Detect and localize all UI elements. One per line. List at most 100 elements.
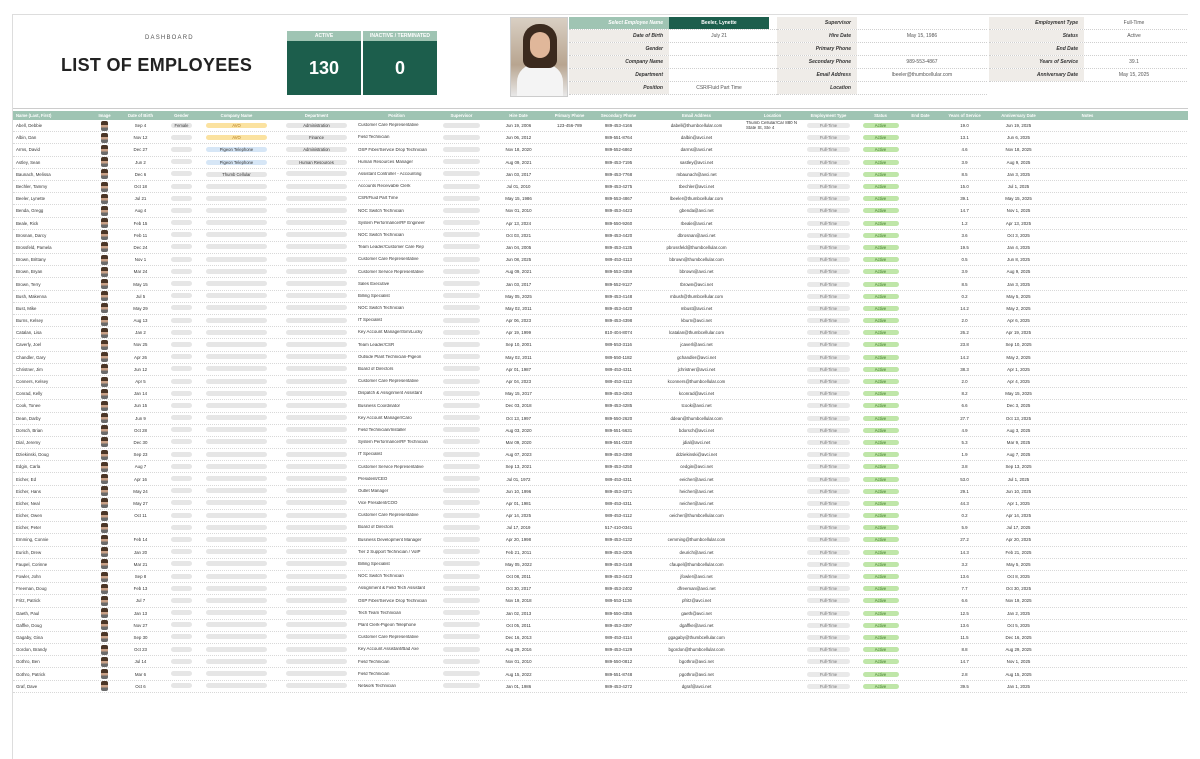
table-cell[interactable]: Full-Time: [799, 427, 855, 433]
table-cell[interactable]: [93, 388, 113, 399]
table-cell[interactable]: [165, 378, 195, 385]
table-cell[interactable]: [195, 524, 275, 531]
table-cell[interactable]: [275, 488, 355, 494]
table-cell[interactable]: Active: [855, 391, 903, 397]
table-cell[interactable]: Aug 09, 2021: [485, 269, 549, 274]
table-cell[interactable]: 989-551-8748: [587, 672, 647, 677]
table-cell[interactable]: [275, 305, 355, 311]
table-cell[interactable]: Mar 09, 2020: [485, 440, 549, 445]
table-cell[interactable]: [275, 317, 355, 324]
column-header[interactable]: Location: [743, 111, 799, 120]
table-cell[interactable]: 4.9: [935, 428, 991, 433]
table-cell[interactable]: Active: [855, 671, 903, 677]
table-cell[interactable]: Jan 1, 2025: [991, 684, 1043, 689]
table-cell[interactable]: [165, 427, 195, 433]
table-cell[interactable]: [195, 597, 275, 604]
table-cell[interactable]: 1.9: [935, 452, 991, 457]
table-cell[interactable]: Dec 16, 2013: [485, 635, 549, 640]
table-cell[interactable]: [165, 512, 195, 519]
table-cell[interactable]: [275, 585, 355, 592]
table-cell[interactable]: Dziekinski, Doug: [13, 452, 93, 457]
table-row[interactable]: Eicher, Owen Oct 11 Customer Care Represen…: [13, 510, 1188, 523]
table-cell[interactable]: Active: [855, 123, 903, 129]
table-cell[interactable]: Jun 12: [113, 367, 165, 372]
table-cell[interactable]: Sep 13, 2025: [991, 464, 1043, 469]
table-cell[interactable]: [165, 268, 195, 275]
table-cell[interactable]: Active: [855, 257, 903, 263]
table-cell[interactable]: Aug 07, 2023: [485, 452, 549, 457]
table-cell[interactable]: Bust, Mike: [13, 306, 93, 311]
table-cell[interactable]: [93, 132, 113, 143]
table-cell[interactable]: Team Leader/CSR: [355, 343, 435, 348]
table-cell[interactable]: pgothro@avci.net: [647, 672, 743, 677]
table-cell[interactable]: 989-453-4113: [587, 257, 647, 262]
table-cell[interactable]: [275, 390, 355, 397]
table-row[interactable]: Abell, Debbie Sep 4 Female AVO Administratio…: [13, 120, 1188, 133]
table-cell[interactable]: Human Resources: [275, 159, 355, 165]
table-row[interactable]: Gothro, Ben Jul 14 Field Technician Nov 01,…: [13, 656, 1188, 669]
table-cell[interactable]: pfritz@avci.net: [647, 598, 743, 603]
table-cell[interactable]: NOC Switch Technician: [355, 209, 435, 214]
table-cell[interactable]: [93, 169, 113, 180]
table-cell[interactable]: Jun 9: [113, 416, 165, 421]
table-cell[interactable]: [195, 293, 275, 299]
table-cell[interactable]: [195, 366, 275, 372]
table-cell[interactable]: Full-Time: [799, 561, 855, 567]
table-cell[interactable]: [275, 439, 355, 445]
table-cell[interactable]: Active: [855, 366, 903, 372]
column-header[interactable]: Primary Phone: [549, 111, 587, 120]
table-cell[interactable]: [435, 488, 485, 494]
table-cell[interactable]: [435, 463, 485, 470]
table-cell[interactable]: Dec 03, 2018: [485, 403, 549, 408]
table-cell[interactable]: [435, 171, 485, 177]
table-row[interactable]: Brosnan, Darcy Feb 11 NOC Switch Technicia…: [13, 230, 1188, 242]
table-cell[interactable]: Full-Time: [799, 634, 855, 640]
table-cell[interactable]: Full-Time: [799, 476, 855, 482]
table-cell[interactable]: Apr 4, 2025: [991, 379, 1043, 384]
table-cell[interactable]: [165, 220, 195, 226]
table-cell[interactable]: Chandler, Gary: [13, 355, 93, 360]
table-cell[interactable]: 8.5: [935, 172, 991, 177]
table-cell[interactable]: Apr 01, 1981: [485, 501, 549, 506]
column-header[interactable]: Notes: [1043, 111, 1129, 120]
table-cell[interactable]: oeicher@thumbcellular.com: [647, 513, 743, 518]
table-cell[interactable]: [93, 230, 113, 241]
table-cell[interactable]: Customer Service Representative: [355, 465, 435, 470]
table-cell[interactable]: Oct 30, 2017: [485, 586, 549, 591]
table-cell[interactable]: [275, 195, 355, 202]
table-cell[interactable]: Active: [855, 208, 903, 214]
table-row[interactable]: Arms, David Dec 27 Pigeon Telephone Adminis…: [13, 144, 1188, 157]
table-cell[interactable]: Full-Time: [799, 513, 855, 519]
table-cell[interactable]: Jul 01, 1972: [485, 477, 549, 482]
table-cell[interactable]: Aug 15, 2025: [991, 672, 1043, 677]
table-cell[interactable]: dbrosnan@avci.net: [647, 233, 743, 238]
table-cell[interactable]: [165, 195, 195, 202]
table-cell[interactable]: Full-Time: [799, 403, 855, 409]
table-cell[interactable]: Full-Time: [799, 500, 855, 506]
table-cell[interactable]: [93, 193, 113, 204]
table-cell[interactable]: [195, 573, 275, 580]
table-cell[interactable]: Active: [855, 342, 903, 348]
table-cell[interactable]: May 15: [113, 282, 165, 287]
table-cell[interactable]: 989-453-4311: [587, 477, 647, 482]
table-cell[interactable]: [165, 207, 195, 214]
table-cell[interactable]: Oct 05, 2011: [485, 623, 549, 628]
table-cell[interactable]: 989-453-4148: [587, 294, 647, 299]
table-cell[interactable]: Full-Time: [799, 586, 855, 592]
table-cell[interactable]: Jun 2: [113, 160, 165, 165]
table-row[interactable]: Caverly, Joel Nov 25 Team Leader/CSR Sep 10…: [13, 339, 1188, 352]
table-cell[interactable]: cfaupel@thumbcellular.com: [647, 562, 743, 567]
table-cell[interactable]: Full-Time: [799, 281, 855, 287]
table-cell[interactable]: Nov 18, 2020: [485, 147, 549, 152]
table-cell[interactable]: [435, 183, 485, 190]
table-cell[interactable]: Billing Specialist: [355, 562, 435, 567]
table-cell[interactable]: [195, 512, 275, 519]
table-cell[interactable]: dgaffke@avci.net: [647, 623, 743, 628]
table-cell[interactable]: dalbin@avci.net: [647, 135, 743, 140]
table-cell[interactable]: 3.8: [935, 464, 991, 469]
table-cell[interactable]: Eicher, Neal: [13, 501, 93, 506]
table-cell[interactable]: IT Specialist: [355, 318, 435, 323]
table-row[interactable]: Chandler, Gary Apr 26 Outside Plant Techni…: [13, 352, 1188, 364]
detail-value[interactable]: Beeler, Lynette: [669, 17, 769, 29]
table-cell[interactable]: pbrossfeld@thumbcellular.com: [647, 245, 743, 250]
